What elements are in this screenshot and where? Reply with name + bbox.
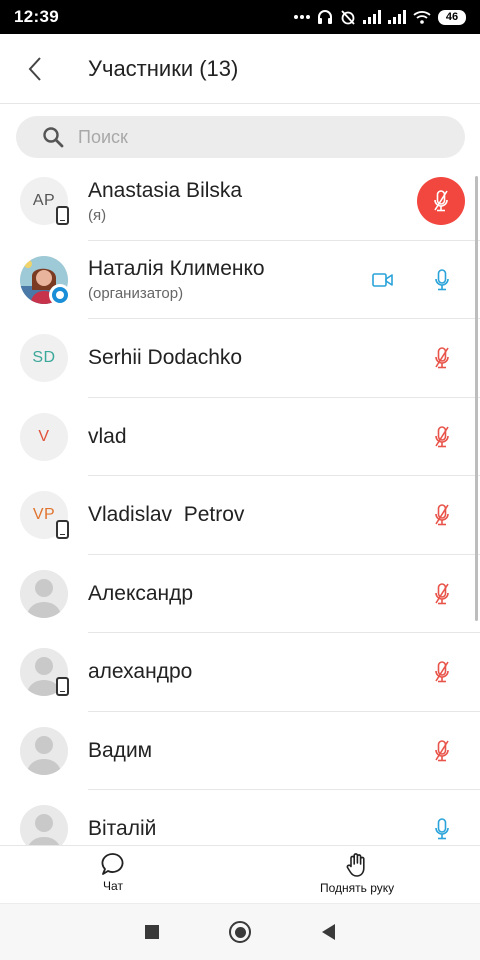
alarm-off-icon [341,10,355,25]
participant-row[interactable]: Віталій [0,790,480,845]
avatar [20,569,68,618]
mute-toggle-button[interactable] [417,177,465,226]
participant-info: алехандро [88,660,192,684]
raise-hand-label: Поднять руку [320,881,395,895]
status-time: 12:39 [14,7,59,26]
chevron-left-icon [28,56,41,81]
scrollbar[interactable] [475,176,478,621]
participant-actions [434,425,480,449]
signal-icon-2 [388,10,406,24]
participant-row[interactable]: VP Vladislav Petrov [0,476,480,555]
participant-actions [434,660,480,684]
battery-indicator: 46 [438,9,466,25]
video-camera-icon[interactable] [372,272,394,288]
participant-row[interactable]: Vvlad [0,398,480,476]
header: Участники (13) [0,34,480,104]
chat-bubble-icon [101,853,124,875]
participant-info: Александр [88,582,193,606]
wifi-icon [413,11,431,24]
status-icons: 46 [294,9,466,25]
participant-name: vlad [88,424,127,448]
participant-actions [434,739,480,763]
avatar: AP [20,177,69,226]
avatar-initials: SD [32,349,56,367]
search-icon [43,127,64,148]
avatar [20,805,68,845]
home-icon[interactable] [229,921,252,943]
back-button[interactable] [0,34,70,104]
participant-info: Віталій [88,817,156,841]
presence-badge-icon [49,283,71,306]
avatar: VP [20,491,69,540]
participant-actions [434,817,480,841]
mobile-phone-icon [56,677,69,697]
mic-muted-icon[interactable] [434,503,450,527]
participant-row[interactable]: Вадим [0,712,480,790]
avatar [20,255,71,306]
search-input[interactable] [78,126,378,148]
participant-actions [417,177,480,226]
participant-row[interactable]: Наталія Клименко (организатор) [0,241,480,319]
mobile-phone-icon [56,206,69,226]
participant-info: vlad [88,425,127,449]
default-person-icon [20,569,68,618]
mic-muted-icon[interactable] [434,739,450,763]
mic-icon[interactable] [434,817,450,841]
participant-role: (организатор) [88,285,184,303]
hand-icon [346,853,365,877]
participant-name: Вадим [88,738,153,762]
participant-name: Наталія Клименко [88,257,265,281]
mic-muted-icon[interactable] [434,425,450,449]
mobile-phone-icon [56,520,69,540]
participant-name: Vladislav Petrov [88,503,245,527]
participant-row[interactable]: алехандро [0,633,480,712]
avatar: SD [20,334,68,383]
participant-row[interactable]: AP Anastasia Bilska (я) [0,162,480,241]
participant-actions [434,582,480,606]
recent-apps-icon[interactable] [145,925,160,939]
mic-muted-icon[interactable] [434,346,450,370]
mic-muted-icon [434,190,448,212]
mic-muted-icon[interactable] [434,582,450,606]
mic-muted-icon[interactable] [434,660,450,684]
participant-info: Anastasia Bilska (я) [88,179,242,224]
avatar [20,726,68,775]
participant-actions [372,268,480,292]
page-title: Участники (13) [88,55,239,81]
raise-hand-button[interactable]: Поднять руку [320,852,394,895]
search-bar[interactable] [16,116,465,158]
participant-name: Anastasia Bilska [88,178,243,202]
participant-actions [434,503,480,527]
participant-info: Vladislav Petrov [88,503,244,527]
signal-icon [363,10,381,24]
participant-name: Александр [88,581,194,605]
participant-info: Serhii Dodachko [88,346,242,370]
participant-role: (я) [88,206,107,224]
chat-label: Чат [103,879,123,893]
chat-button[interactable]: Чат [100,852,126,893]
participants-list[interactable]: AP Anastasia Bilska (я) Наталія Клименко (ор… [0,162,480,845]
avatar-initials: V [38,427,50,445]
avatar: V [20,412,68,461]
avatar [20,648,69,697]
default-person-icon [20,805,68,845]
status-bar: 12:39 46 [0,0,480,34]
avatar-initials: VP [32,506,56,524]
mic-icon[interactable] [434,268,450,292]
participant-info: Наталія Клименко (организатор) [88,257,265,302]
bottom-bar: Чат Поднять руку [0,845,480,903]
participant-name: Віталій [88,817,157,841]
participant-actions [434,346,480,370]
participant-name: Serhii Dodachko [88,346,243,370]
system-nav-bar [0,903,480,960]
headphones-icon [318,10,332,24]
participant-info: Вадим [88,739,152,763]
participant-row[interactable]: Александр [0,555,480,633]
back-triangle-icon[interactable] [321,924,335,940]
more-dots-icon [294,15,310,19]
avatar-initials: AP [32,192,56,210]
participant-name: алехандро [88,660,193,684]
default-person-icon [20,726,68,775]
participant-row[interactable]: SD Serhii Dodachko [0,319,480,398]
